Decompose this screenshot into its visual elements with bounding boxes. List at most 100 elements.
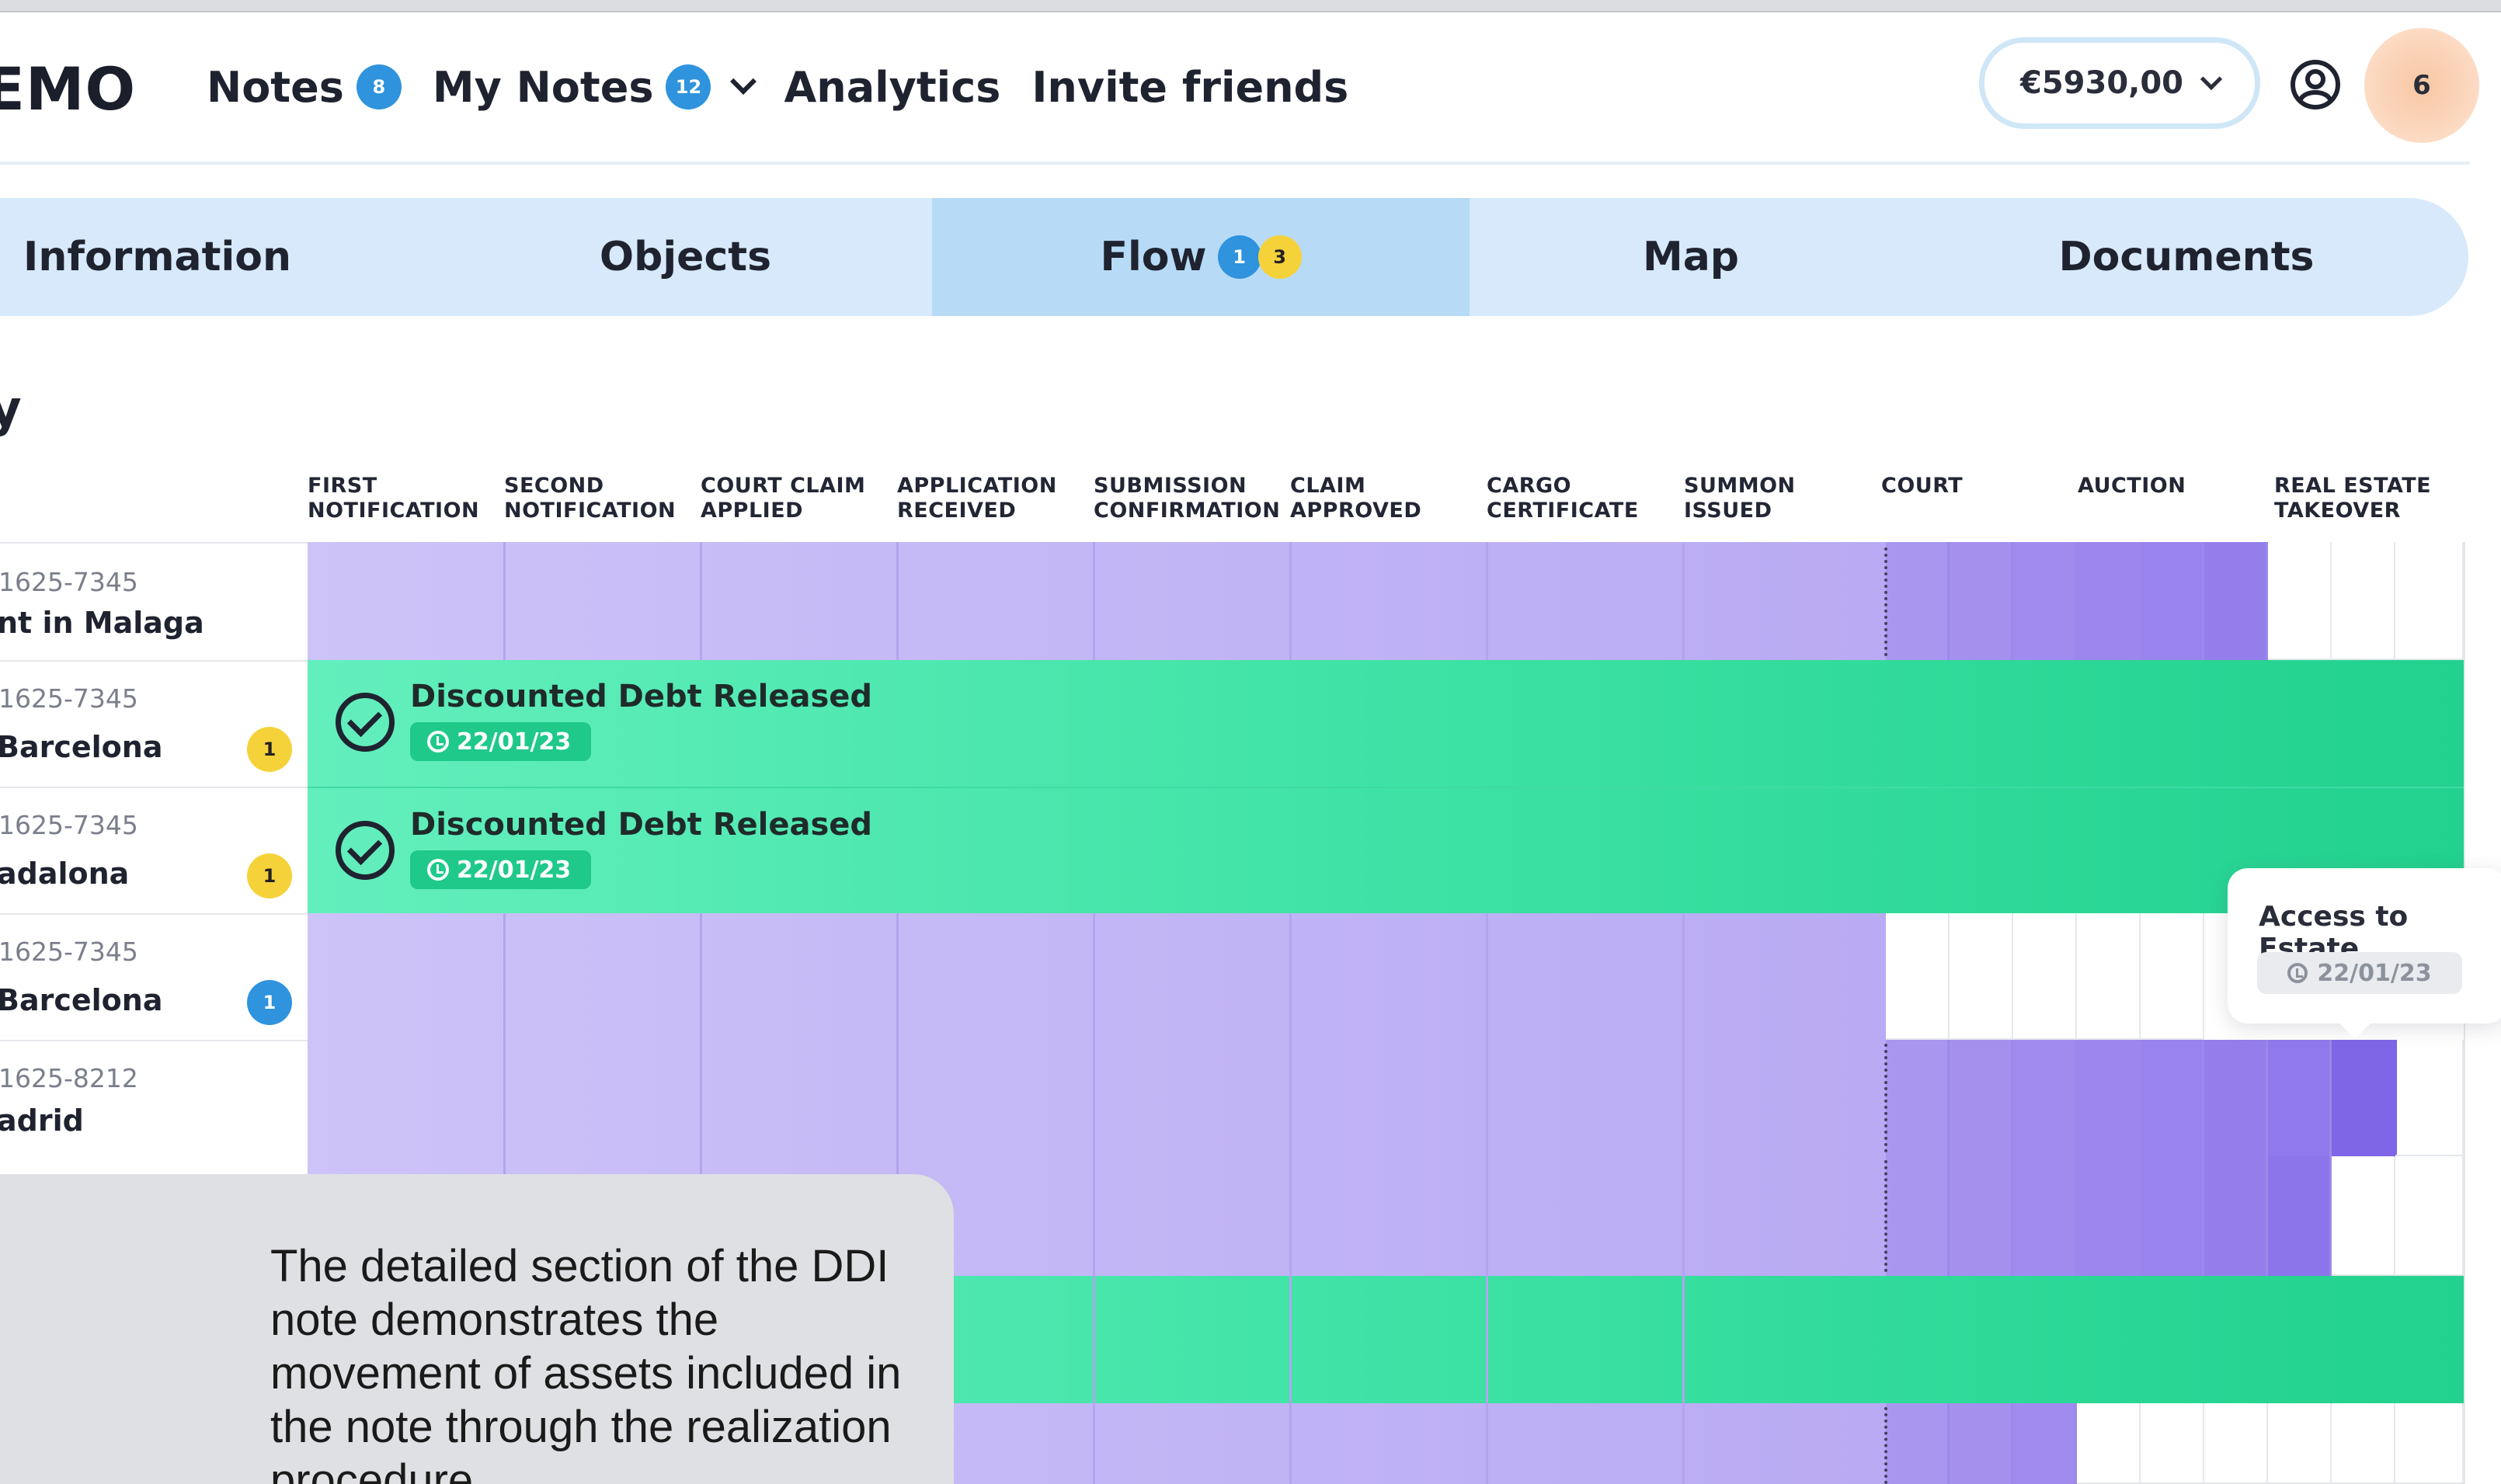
- row-name: Barcelona: [0, 730, 163, 764]
- row-code: 1625-8212: [0, 1063, 138, 1093]
- table-row[interactable]: 1625-8212 adrid: [0, 1040, 308, 1156]
- nav-analytics[interactable]: Analytics: [784, 63, 1000, 112]
- row-name: adrid: [0, 1103, 84, 1138]
- court-cell: [2077, 542, 2141, 660]
- empty-cell: [2332, 1403, 2395, 1484]
- tab-map[interactable]: Map: [1470, 198, 1912, 316]
- row-name: adalona: [0, 857, 130, 891]
- nav-notes-label: Notes: [207, 62, 344, 112]
- row-code: 1625-7345: [0, 683, 138, 714]
- flow-progress-bar: [308, 1040, 1886, 1156]
- court-cell: [2268, 1156, 2332, 1276]
- tab-flow-badge-yellow: 3: [1257, 235, 1302, 279]
- column-separator: [1093, 913, 1095, 1484]
- tab-flow-label: Flow: [1100, 234, 1207, 280]
- stage-header: FIRST NOTIFICATION: [308, 474, 480, 523]
- stage-tooltip: Access to Estate 22/01/23: [2228, 868, 2501, 1039]
- empty-cell: [1950, 913, 2013, 1040]
- event-date-value: 22/01/23: [457, 856, 572, 884]
- event-date: 22/01/23: [410, 850, 592, 889]
- table-row[interactable]: 1625-7345 Barcelona 1: [0, 660, 308, 787]
- court-cell: [1886, 1040, 1950, 1156]
- stage-header: APPLICATION RECEIVED: [897, 474, 1057, 523]
- table-row[interactable]: 1625-7345 nt in Malaga: [0, 542, 308, 660]
- column-separator: [896, 542, 899, 660]
- tab-bar: Information Objects Flow 1 3 Map Documen…: [0, 198, 2468, 316]
- chevron-down-icon: [2200, 68, 2223, 91]
- empty-cell: [2141, 1403, 2204, 1484]
- empty-cell: [2077, 1403, 2141, 1484]
- court-cell: [1950, 1156, 2013, 1276]
- header-divider: [0, 162, 2470, 165]
- column-separator: [1289, 542, 1292, 660]
- empty-cell: [2077, 913, 2141, 1040]
- event-bar[interactable]: Discounted Debt Released 22/01/23: [308, 660, 2465, 787]
- check-circle-icon: [336, 693, 395, 752]
- column-separator: [1486, 913, 1488, 1484]
- nav-invite-label: Invite friends: [1031, 62, 1349, 112]
- balance-dropdown[interactable]: €5930,00: [1979, 37, 2260, 129]
- column-separator: [1093, 542, 1095, 660]
- empty-cell: [2204, 1403, 2268, 1484]
- avatar[interactable]: 6: [2364, 28, 2479, 143]
- court-cell: [2204, 1156, 2268, 1276]
- tab-objects[interactable]: Objects: [513, 198, 858, 316]
- row-name: nt in Malaga: [0, 606, 204, 640]
- court-divider: [1884, 1044, 1887, 1152]
- court-cell: [2013, 542, 2077, 660]
- nav-my-notes[interactable]: My Notes 12: [432, 62, 757, 112]
- court-cell: [1886, 542, 1950, 660]
- balance-value: €5930,00: [2019, 65, 2184, 101]
- court-cell: [1950, 1403, 2013, 1484]
- court-cell-current[interactable]: [2332, 1040, 2397, 1156]
- empty-cell: [2332, 542, 2395, 660]
- nav-invite-friends[interactable]: Invite friends: [1031, 63, 1348, 112]
- app-logo[interactable]: EMO: [0, 54, 136, 123]
- tab-objects-label: Objects: [599, 234, 772, 280]
- stage-header: REAL ESTATE TAKEOVER: [2274, 474, 2432, 523]
- empty-cell: [2395, 1040, 2464, 1156]
- tab-documents[interactable]: Documents: [1973, 198, 2400, 316]
- column-separator: [1682, 542, 1685, 660]
- event-bar[interactable]: Discounted Debt Released 22/01/23: [308, 787, 2465, 913]
- stage-header: CARGO CERTIFICATE: [1487, 474, 1639, 523]
- tab-information[interactable]: Information: [0, 198, 315, 316]
- row-name: Barcelona: [0, 983, 163, 1017]
- event-title: Discounted Debt Released: [410, 679, 873, 714]
- account-icon[interactable]: [2290, 59, 2341, 110]
- empty-cell: [2013, 913, 2077, 1040]
- main-nav: Notes 8 My Notes 12 Analytics Invite fri…: [207, 54, 1348, 120]
- column-separator: [1486, 542, 1488, 660]
- empty-cell: [2332, 1156, 2395, 1276]
- court-cell: [2204, 1040, 2268, 1156]
- nav-my-notes-label: My Notes: [432, 62, 654, 112]
- stage-header: COURT: [1881, 474, 1964, 498]
- nav-analytics-label: Analytics: [784, 62, 1001, 112]
- tab-flow-badge-blue: 1: [1217, 235, 1261, 279]
- chevron-down-icon[interactable]: [730, 68, 757, 95]
- court-cell: [2013, 1040, 2077, 1156]
- court-cell: [1950, 1040, 2013, 1156]
- browser-top-strip: [0, 0, 2501, 12]
- stage-header: AUCTION: [2078, 474, 2186, 498]
- nav-notes[interactable]: Notes 8: [207, 63, 402, 112]
- row-code: 1625-7345: [0, 567, 138, 597]
- tooltip-date: 22/01/23: [2257, 952, 2462, 994]
- flow-progress-bar: [308, 913, 1886, 1040]
- stage-header: CLAIM APPROVED: [1290, 474, 1422, 523]
- tab-flow[interactable]: Flow 1 3: [932, 198, 1470, 316]
- event-title: Discounted Debt Released: [410, 807, 873, 843]
- caption-text: The detailed section of the DDI note dem…: [270, 1241, 902, 1484]
- column-separator: [503, 542, 506, 660]
- check-circle-icon: [336, 821, 395, 880]
- empty-cell: [2395, 1403, 2464, 1484]
- nav-notes-badge: 8: [356, 64, 402, 109]
- court-divider: [1884, 1407, 1887, 1484]
- stage-header: SUBMISSION CONFIRMATION: [1094, 474, 1281, 523]
- event-date: 22/01/23: [410, 722, 592, 761]
- table-row[interactable]: 1625-7345 adalona 1: [0, 787, 308, 913]
- row-badge: 1: [247, 853, 292, 898]
- court-cell: [1950, 542, 2013, 660]
- table-row[interactable]: 1625-7345 Barcelona 1: [0, 913, 308, 1040]
- empty-cell: [2268, 542, 2332, 660]
